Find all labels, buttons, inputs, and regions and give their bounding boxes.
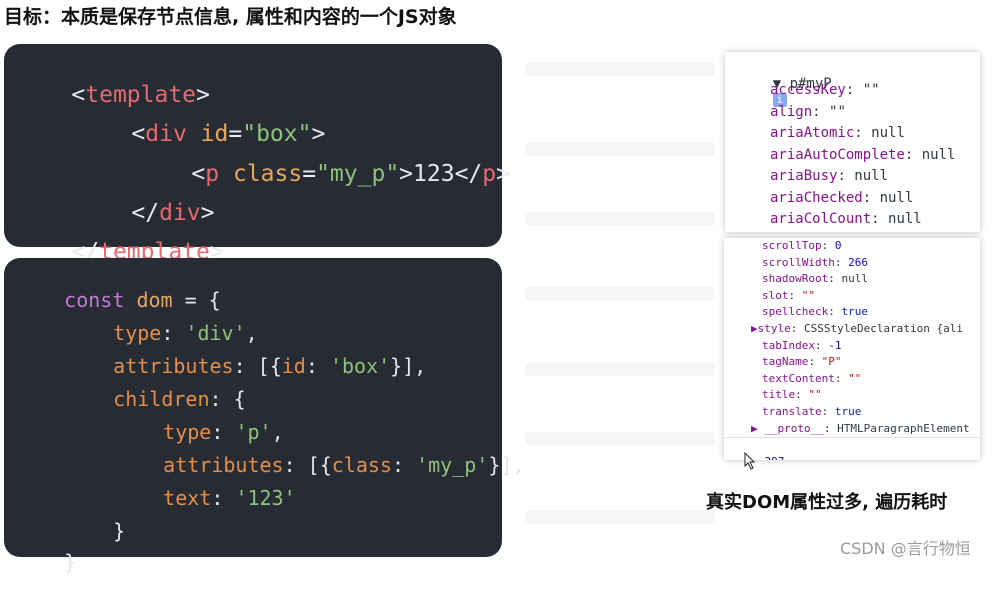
- template-code-block: <template> <div id="box"> <p class="my_p…: [4, 44, 510, 265]
- property-value: -1: [828, 338, 842, 352]
- code-token: "my_p": [316, 161, 400, 187]
- code-token: </: [454, 161, 483, 187]
- property-name[interactable]: ▶ __proto__: [751, 422, 824, 435]
- faint-background-line: [525, 362, 715, 376]
- property-value: HTMLParagraphElement: [837, 421, 970, 435]
- code-token: '123': [235, 486, 296, 510]
- property-name: ariaChecked: [770, 189, 863, 206]
- property-value: null: [871, 125, 905, 141]
- code-token: =: [302, 161, 317, 187]
- devtools-property-list-panel: scrollTop: 0 scrollWidth: 266 shadowRoot: …: [724, 238, 980, 460]
- code-token: 'my_p': [416, 453, 489, 477]
- property-value: "": [808, 388, 822, 402]
- property-name: tagName: [762, 355, 809, 369]
- faint-background-line: [525, 142, 715, 156]
- property-value: null: [888, 211, 922, 227]
- property-row: slot: "": [762, 288, 815, 302]
- property-row: spellcheck: true: [762, 305, 868, 319]
- code-token: text: [163, 486, 212, 510]
- property-name[interactable]: ▶style: [751, 322, 791, 335]
- property-value: "": [848, 371, 862, 385]
- property-value: "": [862, 82, 880, 98]
- result-count-value: 297: [765, 455, 785, 460]
- code-token: }],: [488, 453, 525, 477]
- code-token: }: [113, 519, 126, 543]
- code-token: class: [232, 161, 303, 187]
- property-value: null: [921, 146, 956, 163]
- credit-watermark: CSDN @言行物恒: [840, 539, 971, 558]
- property-value: "": [829, 103, 846, 120]
- faint-background-line: [525, 510, 715, 524]
- property-name: translate: [762, 405, 822, 418]
- code-token: >: [399, 161, 414, 187]
- property-row: ▶style: CSSStyleDeclaration {ali: [751, 322, 963, 335]
- property-value: null: [879, 189, 914, 206]
- property-row: tabIndex: -1: [762, 338, 842, 352]
- property-name: shadowRoot: [762, 272, 829, 286]
- property-name: scrollWidth: [762, 255, 835, 269]
- property-name: ariaAutoComplete: [770, 146, 905, 163]
- property-value: "": [801, 288, 815, 302]
- object-property-row: align: "": [770, 103, 846, 120]
- code-line: }: [16, 526, 76, 598]
- property-value: true: [841, 305, 868, 319]
- property-value: null: [854, 168, 889, 184]
- code-token: class: [331, 453, 392, 477]
- property-name: ariaColCount: [770, 211, 872, 227]
- mouse-cursor-icon: [744, 452, 756, 470]
- property-name: accessKey: [770, 82, 846, 98]
- faint-background-line: [525, 432, 715, 446]
- property-value: "P": [821, 355, 842, 369]
- vdom-code-block: const dom = { type: 'div', attributes: […: [4, 258, 524, 574]
- property-row: tagName: "P": [762, 355, 842, 369]
- code-token: 123: [413, 161, 455, 187]
- property-row: title: "": [762, 388, 822, 402]
- property-name: ariaAtomic: [770, 125, 855, 141]
- property-name: ariaBusy: [770, 168, 838, 184]
- code-token: >: [496, 161, 510, 187]
- caption: 真实DOM属性过多, 遍历耗时: [706, 492, 948, 513]
- property-row: scrollWidth: 266: [762, 255, 868, 269]
- slide-title: 目标：本质是保存节点信息, 属性和内容的一个JS对象: [4, 6, 457, 28]
- code-token: :: [211, 486, 236, 510]
- property-row: translate: true: [762, 405, 862, 418]
- faint-background-line: [525, 212, 715, 226]
- property-value: CSSStyleDeclaration {ali: [804, 322, 963, 335]
- code-token: p: [482, 161, 497, 187]
- object-property-row: accessKey: "": [770, 82, 880, 98]
- object-property-row: ariaChecked: null: [770, 189, 914, 206]
- object-property-row: ariaAutoComplete: null: [770, 146, 956, 163]
- code-line: text: '123': [115, 462, 296, 534]
- object-property-row: ariaAtomic: null: [770, 125, 905, 141]
- devtools-object-panel: ▼ p#myP i accessKey: "" align: "" ariaAtom…: [725, 52, 980, 232]
- property-row: ▶ __proto__: HTMLParagraphElement: [751, 421, 970, 435]
- code-token: :: [391, 453, 417, 477]
- property-name: slot: [762, 288, 789, 302]
- code-token: 'box': [329, 354, 391, 378]
- property-value: true: [834, 405, 862, 418]
- code-token: :: [305, 354, 330, 378]
- object-property-row: ariaBusy: null: [770, 168, 889, 184]
- property-value: 0: [834, 239, 842, 252]
- property-name: textContent: [762, 371, 835, 385]
- property-name: tabIndex: [762, 338, 815, 352]
- property-row: textContent: "": [762, 371, 862, 385]
- code-token: }],: [390, 354, 427, 378]
- property-name: title: [762, 388, 796, 402]
- code-token: }: [64, 550, 77, 574]
- property-row: scrollTop: 0: [762, 239, 842, 252]
- console-divider: [724, 437, 980, 438]
- property-name: scrollTop: [762, 239, 822, 252]
- object-property-row: ariaColCount: null: [770, 211, 922, 227]
- faint-background-line: [525, 62, 715, 76]
- property-name: spellcheck: [762, 305, 829, 319]
- property-name: align: [770, 103, 813, 120]
- property-row: shadowRoot: null: [762, 272, 868, 286]
- faint-background-line: [525, 287, 715, 301]
- property-value: null: [841, 272, 868, 286]
- property-value: 266: [848, 255, 868, 269]
- code-token: id: [281, 354, 306, 378]
